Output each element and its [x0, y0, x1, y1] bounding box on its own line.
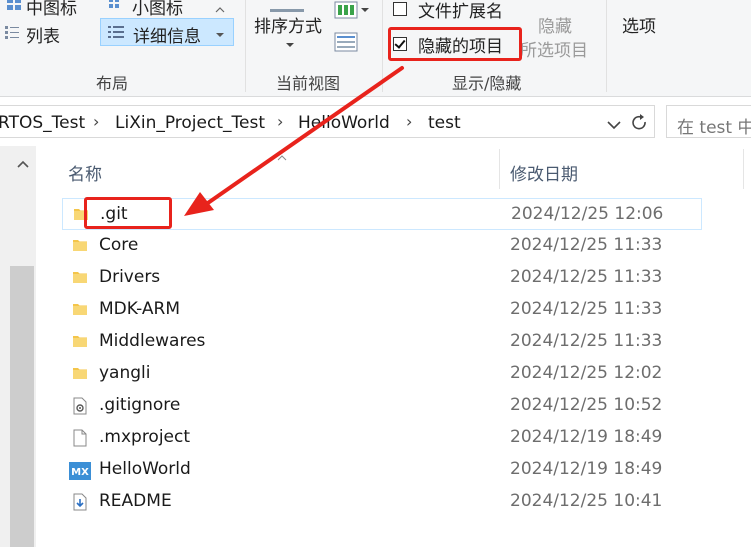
- file-extensions-label: 文件扩展名: [418, 2, 503, 22]
- sort-up-icon: [276, 147, 288, 166]
- search-placeholder: 在 test 中: [677, 118, 751, 138]
- small-icons-icon: [108, 0, 124, 15]
- sort-dropdown-icon[interactable]: [285, 34, 295, 53]
- medium-icons-button[interactable]: 中图标: [26, 0, 77, 19]
- annotation-box-git-folder: [84, 197, 172, 229]
- small-icons-button[interactable]: 小图标: [132, 0, 183, 19]
- file-modified-date: 2024/12/25 12:06: [511, 204, 664, 224]
- show-hide-group-label: 显示/隐藏: [452, 74, 522, 93]
- layout-group-label: 布局: [96, 74, 129, 93]
- table-row[interactable]: MDK-ARM 2024/12/25 11:33: [62, 294, 702, 326]
- table-row[interactable]: README 2024/12/25 10:41: [62, 486, 702, 518]
- file-modified-date: 2024/12/25 12:02: [510, 363, 663, 383]
- details-view-label: 详细信息: [133, 27, 201, 47]
- folder-icon: [72, 301, 88, 321]
- file-modified-date: 2024/12/25 11:33: [510, 299, 663, 319]
- readme-file-icon: [72, 493, 88, 515]
- address-bar: RTOS_Test › LiXin_Project_Test › HelloWo…: [0, 103, 751, 141]
- list-view-button[interactable]: 列表: [26, 22, 60, 47]
- selected-items-label: 所选项目: [520, 41, 588, 61]
- column-divider[interactable]: [499, 149, 500, 189]
- divider: [606, 0, 607, 92]
- svg-text:MX: MX: [71, 467, 89, 478]
- address-field[interactable]: RTOS_Test › LiXin_Project_Test › HelloWo…: [0, 105, 655, 138]
- divider: [245, 0, 246, 92]
- navigation-pane-scrollbar[interactable]: [0, 146, 36, 547]
- breadcrumb-separator-icon[interactable]: ›: [406, 112, 412, 131]
- breadcrumb-item[interactable]: LiXin_Project_Test: [115, 113, 265, 133]
- folder-icon: [72, 333, 88, 353]
- file-icon: [72, 429, 88, 451]
- breadcrumb-item[interactable]: HelloWorld: [298, 113, 390, 133]
- file-modified-date: 2024/12/25 10:52: [510, 395, 663, 415]
- breadcrumb-item[interactable]: test: [428, 113, 461, 133]
- layout-expand-icon[interactable]: [214, 26, 226, 45]
- file-modified-date: 2024/12/25 11:33: [510, 235, 663, 255]
- column-header-modified[interactable]: 修改日期: [510, 160, 578, 185]
- file-name: .gitignore: [99, 395, 181, 415]
- chevron-down-icon[interactable]: [606, 116, 622, 135]
- current-view-group-label: 当前视图: [276, 74, 341, 93]
- file-modified-date: 2024/12/25 11:33: [510, 267, 663, 287]
- folder-icon: [72, 365, 88, 385]
- file-name: HelloWorld: [99, 459, 191, 479]
- details-view-icon: [107, 24, 125, 44]
- table-row[interactable]: .mxproject 2024/12/19 18:49: [62, 422, 702, 454]
- file-name: Drivers: [99, 267, 161, 287]
- scroll-up-icon[interactable]: [16, 154, 30, 173]
- folder-icon: [72, 237, 88, 257]
- table-row[interactable]: Drivers 2024/12/25 11:33: [62, 262, 702, 294]
- column-header-name[interactable]: 名称: [68, 160, 102, 185]
- config-file-icon: [72, 397, 88, 419]
- divider: [382, 0, 383, 92]
- column-divider[interactable]: [743, 149, 744, 189]
- table-row[interactable]: .gitignore 2024/12/25 10:52: [62, 390, 702, 422]
- breadcrumb-item[interactable]: RTOS_Test: [0, 113, 85, 133]
- file-name: Core: [99, 235, 139, 255]
- file-extensions-checkbox[interactable]: [393, 2, 407, 16]
- file-name: Middlewares: [99, 331, 206, 351]
- layout-scroll-up-icon[interactable]: [214, 0, 226, 19]
- breadcrumb-separator-icon[interactable]: ›: [93, 112, 99, 131]
- options-button[interactable]: 选项: [622, 12, 656, 37]
- medium-icons-icon: [6, 0, 22, 15]
- list-view-icon: [4, 24, 20, 44]
- search-input[interactable]: 在 test 中: [666, 105, 751, 138]
- file-name: .mxproject: [99, 427, 191, 447]
- file-name: yangli: [99, 363, 151, 383]
- table-row[interactable]: Middlewares 2024/12/25 11:33: [62, 326, 702, 358]
- annotation-box-hidden-items: [388, 27, 522, 61]
- file-modified-date: 2024/12/19 18:49: [510, 459, 663, 479]
- file-modified-date: 2024/12/25 11:33: [510, 331, 663, 351]
- file-name: README: [99, 491, 172, 511]
- folder-icon: [72, 269, 88, 289]
- file-name: MDK-ARM: [99, 299, 180, 319]
- table-row[interactable]: yangli 2024/12/25 12:02: [62, 358, 702, 390]
- ribbon: 中图标 小图标 列表 详细信息 布局 排序方式 当前视图 文件扩展名 隐藏的项目…: [0, 0, 751, 97]
- breadcrumb-separator-icon[interactable]: ›: [277, 112, 283, 131]
- file-modified-date: 2024/12/25 10:41: [510, 491, 663, 511]
- scrollbar-thumb[interactable]: [10, 266, 34, 547]
- stm32cubemx-icon: MX: [69, 461, 91, 485]
- size-columns-icon[interactable]: [334, 30, 360, 58]
- table-row[interactable]: Core 2024/12/25 11:33: [62, 230, 702, 262]
- refresh-icon[interactable]: [630, 113, 650, 137]
- hide-selected-button[interactable]: 隐藏: [538, 12, 572, 37]
- group-by-icon[interactable]: [334, 0, 370, 24]
- table-row[interactable]: MX HelloWorld 2024/12/19 18:49: [62, 454, 702, 486]
- file-modified-date: 2024/12/19 18:49: [510, 427, 663, 447]
